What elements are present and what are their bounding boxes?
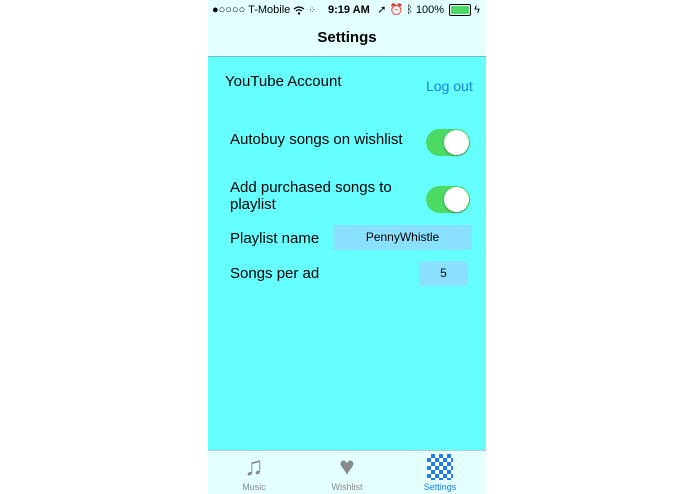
tab-wishlist-label: Wishlist: [331, 482, 363, 492]
songs-per-ad-field[interactable]: 5: [419, 261, 468, 286]
wifi-icon: [293, 4, 308, 16]
signal-strength: ●○○○○: [212, 4, 246, 16]
playlist-name-field[interactable]: PennyWhistle: [333, 225, 472, 250]
status-right: ➚ ⏰ ᛒ 100% ϟ: [377, 0, 480, 20]
navigation-bar: Settings: [208, 20, 486, 57]
toggle-knob: [444, 187, 469, 212]
status-left: ●○○○○ T-Mobile ⁘: [212, 0, 316, 20]
status-bar: ●○○○○ T-Mobile ⁘ 9:19 AM ➚ ⏰ ᛒ 100% ϟ: [208, 0, 486, 20]
autobuy-label: Autobuy songs on wishlist: [230, 131, 403, 148]
checkerboard-icon: [427, 454, 453, 480]
battery-percent: 100%: [415, 4, 445, 16]
bluetooth-icon: ᛒ: [406, 4, 413, 16]
tab-settings[interactable]: Settings: [394, 451, 486, 494]
add-to-playlist-label-line1: Add purchased songs to: [230, 179, 392, 196]
music-note-icon: ♫: [244, 451, 264, 481]
logout-button[interactable]: Log out: [426, 78, 473, 94]
carrier-name: T-Mobile: [248, 4, 291, 16]
heart-icon: ♥: [339, 451, 355, 481]
location-arrow-icon: ➚: [377, 4, 387, 16]
songs-per-ad-label: Songs per ad: [230, 265, 320, 282]
playlist-name-label: Playlist name: [230, 230, 320, 247]
autobuy-toggle[interactable]: [426, 129, 470, 156]
activity-icon: ⁘: [308, 5, 316, 15]
tab-bar: ♫ Music ♥ Wishlist Settings: [208, 450, 486, 494]
add-to-playlist-label: Add purchased songs to playlist: [230, 179, 392, 213]
battery-icon: [449, 4, 472, 17]
toggle-knob: [444, 130, 469, 155]
add-to-playlist-label-line2: playlist: [230, 196, 276, 213]
phone-screen: ●○○○○ T-Mobile ⁘ 9:19 AM ➚ ⏰ ᛒ 100% ϟ Se…: [208, 0, 486, 494]
tab-music[interactable]: ♫ Music: [208, 451, 300, 494]
youtube-account-label: YouTube Account: [225, 73, 342, 90]
tab-settings-label: Settings: [423, 482, 457, 492]
add-to-playlist-toggle[interactable]: [426, 186, 470, 213]
tab-music-label: Music: [242, 482, 266, 492]
alarm-clock-icon: ⏰: [389, 4, 404, 16]
tab-wishlist[interactable]: ♥ Wishlist: [301, 451, 393, 494]
status-time: 9:19 AM: [328, 4, 370, 16]
charging-icon: ϟ: [474, 4, 480, 16]
page-title: Settings: [317, 29, 377, 46]
